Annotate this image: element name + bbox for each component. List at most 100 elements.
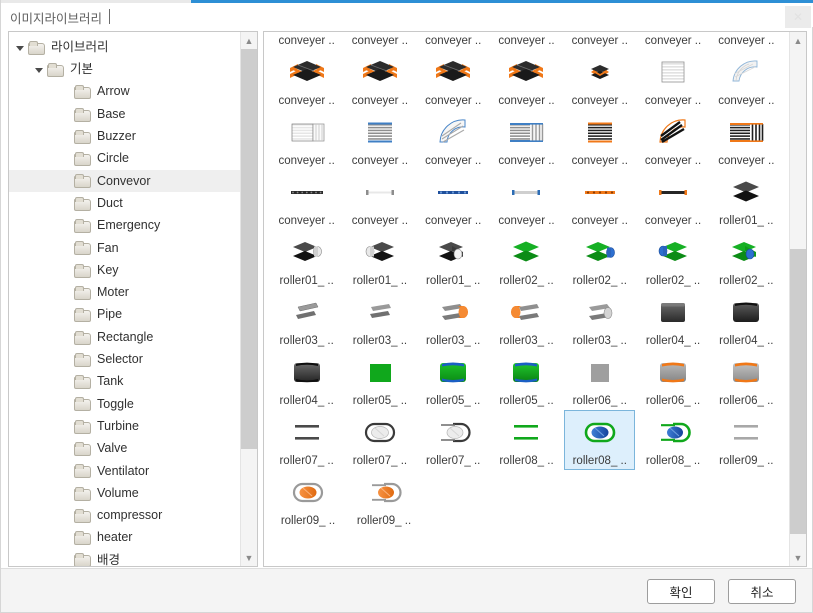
tree-item-moter[interactable]: Moter [9,281,240,303]
tree-item-pipe[interactable]: Pipe [9,304,240,326]
image-grid-item[interactable]: conveyer .. [711,50,782,110]
image-grid-item[interactable]: roller06_ .. [637,350,708,410]
image-grid-item[interactable]: conveyer .. [271,170,342,230]
image-grid-item[interactable]: roller03_ .. [418,290,489,350]
tree-item-volume[interactable]: Volume [9,482,240,504]
tree-item-기본[interactable]: 기본 [9,58,240,80]
image-grid-item[interactable]: conveyer .. [491,32,562,50]
image-grid-item[interactable]: roller04_ .. [271,350,342,410]
scroll-up-icon[interactable]: ▲ [790,32,806,49]
image-grid-item[interactable]: roller03_ .. [271,290,342,350]
tree-item-라이브러리[interactable]: 라이브러리 [9,36,240,58]
image-grid[interactable]: conveyer .. conveyer .. conveyer .. conveye… [264,32,789,530]
scroll-down-icon[interactable]: ▼ [790,549,806,566]
image-grid-item[interactable]: conveyer .. [271,32,342,50]
tree-item-buzzer[interactable]: Buzzer [9,125,240,147]
image-grid-item[interactable]: roller05_ .. [491,350,562,410]
image-grid-item[interactable]: conveyer .. [564,110,635,170]
image-grid-item[interactable]: conveyer .. [564,32,635,50]
tree-item-duct[interactable]: Duct [9,192,240,214]
image-grid-item[interactable]: roller02_ .. [711,230,782,290]
tree-item-배경[interactable]: 배경 [9,549,240,566]
image-grid-item[interactable]: conveyer .. [418,110,489,170]
image-grid-item-label: roller04_ .. [645,335,701,347]
scrollbar-thumb[interactable] [241,49,257,449]
image-grid-item[interactable]: conveyer .. [491,170,562,230]
tree-item-compressor[interactable]: compressor [9,504,240,526]
image-grid-item[interactable]: conveyer .. [491,110,562,170]
close-icon[interactable]: ✕ [785,6,811,28]
image-grid-item[interactable]: roller02_ .. [637,230,708,290]
ok-button[interactable]: 확인 [647,579,715,604]
image-grid-item[interactable]: conveyer .. [344,170,415,230]
tree-item-key[interactable]: Key [9,259,240,281]
tree-item-convevor[interactable]: Convevor [9,169,240,193]
image-grid-item[interactable]: conveyer .. [637,110,708,170]
image-grid-item[interactable]: roller08_ .. [637,410,708,470]
tree-item-tank[interactable]: Tank [9,370,240,392]
tree-item-emergency[interactable]: Emergency [9,214,240,236]
image-grid-item[interactable]: roller09_ .. [711,410,782,470]
image-grid-item[interactable]: conveyer .. [271,50,342,110]
scrollbar-thumb[interactable] [790,249,806,534]
tree-item-base[interactable]: Base [9,103,240,125]
image-grid-item[interactable]: conveyer .. [271,110,342,170]
image-grid-item[interactable]: roller02_ .. [564,230,635,290]
scroll-up-icon[interactable]: ▲ [241,32,257,49]
image-grid-item[interactable]: roller09_ .. [271,470,345,530]
image-grid-item[interactable]: roller07_ .. [344,410,415,470]
tree-item-toggle[interactable]: Toggle [9,393,240,415]
image-grid-item-selected[interactable]: roller08_ .. [564,410,636,470]
image-grid-item[interactable]: conveyer .. [637,32,708,50]
image-grid-item[interactable]: conveyer .. [344,110,415,170]
image-grid-item[interactable]: conveyer .. [418,32,489,50]
grid-vertical-scrollbar[interactable]: ▲ ▼ [789,32,806,566]
image-grid-item[interactable]: roller03_ .. [564,290,635,350]
image-grid-item[interactable]: roller06_ .. [711,350,782,410]
tree-vertical-scrollbar[interactable]: ▲ ▼ [240,32,257,566]
image-grid-item[interactable]: conveyer .. [711,32,782,50]
image-grid-item[interactable]: roller07_ .. [271,410,342,470]
scroll-down-icon[interactable]: ▼ [241,549,257,566]
tree-item-heater[interactable]: heater [9,527,240,549]
image-grid-item[interactable]: conveyer .. [344,50,415,110]
image-grid-item[interactable]: roller05_ .. [418,350,489,410]
chevron-down-icon[interactable] [16,45,24,51]
image-grid-item[interactable]: roller04_ .. [711,290,782,350]
cancel-button[interactable]: 취소 [728,579,796,604]
image-grid-item[interactable]: roller05_ .. [344,350,415,410]
image-grid-item[interactable]: conveyer .. [564,170,635,230]
image-grid-item[interactable]: roller01_ .. [344,230,415,290]
tree-item-fan[interactable]: Fan [9,237,240,259]
image-grid-item[interactable]: roller04_ .. [637,290,708,350]
tree-item-valve[interactable]: Valve [9,437,240,459]
image-grid-item[interactable]: conveyer .. [491,50,562,110]
image-grid-item[interactable]: roller06_ .. [564,350,635,410]
tree-item-arrow[interactable]: Arrow [9,81,240,103]
image-grid-item[interactable]: roller07_ .. [418,410,489,470]
image-grid-item[interactable]: conveyer .. [564,50,635,110]
tree-item-turbine[interactable]: Turbine [9,415,240,437]
image-grid-item[interactable]: conveyer .. [418,170,489,230]
image-grid-item[interactable]: roller09_ .. [347,470,421,530]
image-grid-item[interactable]: roller03_ .. [344,290,415,350]
image-grid-item[interactable]: conveyer .. [637,170,708,230]
image-grid-item[interactable]: roller01_ .. [711,170,782,230]
library-tree[interactable]: 라이브러리 기본 Arrow Base Buzzer Circle Convevor Duct… [9,32,240,566]
image-grid-item[interactable]: roller01_ .. [271,230,342,290]
image-grid-item[interactable]: conveyer .. [637,50,708,110]
tree-item-selector[interactable]: Selector [9,348,240,370]
image-grid-item[interactable]: roller01_ .. [418,230,489,290]
tree-item-circle[interactable]: Circle [9,147,240,169]
chevron-down-icon[interactable] [35,67,43,73]
image-grid-item[interactable]: roller08_ .. [491,410,562,470]
image-grid-item[interactable]: conveyer .. [344,32,415,50]
image-grid-item[interactable]: roller03_ .. [491,290,562,350]
image-grid-item[interactable]: conveyer .. [418,50,489,110]
image-grid-item[interactable]: conveyer .. [711,110,782,170]
image-grid-item[interactable]: roller02_ .. [491,230,562,290]
tree-item-rectangle[interactable]: Rectangle [9,326,240,348]
tree-item-ventilator[interactable]: Ventilator [9,460,240,482]
